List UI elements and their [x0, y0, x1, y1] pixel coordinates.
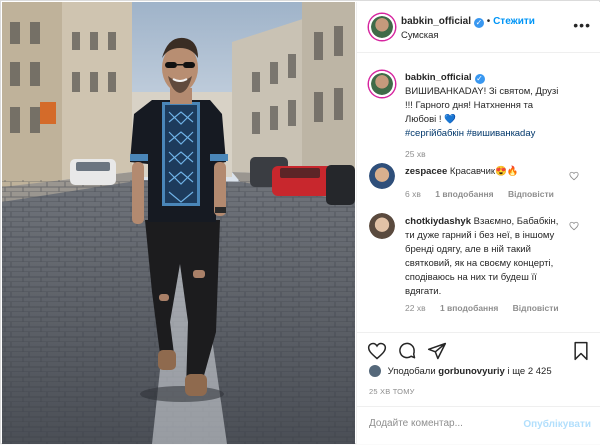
comment-avatar[interactable]	[369, 213, 395, 239]
verified-badge-icon: ✓	[474, 18, 485, 28]
likes-summary: Уподобали gorbunovyuriy і ще 2 425	[369, 365, 552, 377]
action-bar	[357, 332, 600, 367]
comment-username[interactable]: zespacee	[405, 166, 447, 177]
caption-hashtags[interactable]: #сергійбабкін #вишиванкaday	[405, 128, 535, 139]
comments-list[interactable]: babkin_official ✓ ВИШИВАНКАDAY! Зі святом…	[357, 53, 600, 328]
caption-username[interactable]: babkin_official	[405, 72, 472, 83]
liker-username[interactable]: gorbunovyuriy	[438, 366, 505, 377]
comment-likes[interactable]: 1 вподобання	[435, 189, 493, 199]
follow-button[interactable]: Стежити	[493, 16, 535, 27]
caption-text: ВИШИВАНКАDAY! Зі святом, Друзі !!! Гарно…	[405, 86, 559, 125]
verified-badge-icon: ✓	[474, 74, 485, 84]
comment-text: Красавчик😍🔥	[449, 166, 519, 177]
caption-time[interactable]: 25 хв	[405, 149, 426, 159]
reply-button[interactable]: Відповісти	[513, 303, 559, 313]
post-modal: babkin_official ✓ • Стежити Сумская ••• b…	[0, 0, 600, 444]
add-comment-bar: Опублікувати	[357, 406, 600, 445]
caption-text-block: babkin_official ✓ ВИШИВАНКАDAY! Зі святом…	[405, 71, 565, 141]
comment-time[interactable]: 22 хв	[405, 303, 426, 313]
reply-button[interactable]: Відповісти	[508, 189, 554, 199]
like-comment-heart-icon[interactable]	[569, 171, 579, 181]
comment-item: zespacee Красавчик😍🔥 6 хв 1 вподобання В…	[357, 161, 600, 201]
liker-avatar[interactable]	[369, 365, 381, 377]
comment-text-block: zespacee Красавчик😍🔥	[405, 165, 565, 179]
comment-username[interactable]: chotkiydashyk	[405, 216, 471, 227]
comment-bubble-icon[interactable]	[397, 341, 417, 361]
post-timestamp[interactable]: 25 ХВ ТОМУ	[369, 387, 415, 396]
post-header: babkin_official ✓ • Стежити Сумская •••	[357, 2, 600, 53]
comment-meta: 22 хв 1 вподобання Відповісти	[405, 303, 571, 313]
header-user-line: babkin_official ✓ • Стежити	[401, 16, 535, 28]
comment-avatar[interactable]	[369, 163, 395, 189]
caption-avatar[interactable]	[369, 71, 395, 97]
like-comment-heart-icon[interactable]	[569, 221, 579, 231]
author-username[interactable]: babkin_official	[401, 16, 471, 27]
likes-prefix: Уподобали	[387, 366, 436, 377]
comment-text-block: chotkiydashyk Взаємно, Бабабкін, ти дуже…	[405, 215, 565, 299]
author-avatar[interactable]	[369, 14, 395, 40]
comment-item: chotkiydashyk Взаємно, Бабабкін, ти дуже…	[357, 211, 600, 321]
share-paper-plane-icon[interactable]	[427, 341, 447, 361]
publish-button[interactable]: Опублікувати	[523, 419, 591, 430]
caption-item: babkin_official ✓ ВИШИВАНКАDAY! Зі святом…	[357, 65, 600, 159]
comment-time[interactable]: 6 хв	[405, 189, 421, 199]
save-bookmark-icon[interactable]	[571, 341, 591, 361]
likes-suffix[interactable]: і ще 2 425	[507, 366, 551, 377]
post-photo[interactable]	[2, 2, 355, 444]
more-options-icon[interactable]: •••	[573, 17, 591, 33]
post-location[interactable]: Сумская	[401, 30, 439, 41]
comment-input[interactable]	[369, 418, 519, 429]
comment-text: Взаємно, Бабабкін, ти дуже гарний і без …	[405, 216, 559, 297]
like-heart-icon[interactable]	[367, 341, 387, 361]
caption-meta: 25 хв	[405, 149, 438, 159]
comment-meta: 6 хв 1 вподобання Відповісти	[405, 189, 566, 199]
post-side-panel: babkin_official ✓ • Стежити Сумская ••• b…	[356, 2, 600, 444]
comment-likes[interactable]: 1 вподобання	[440, 303, 498, 313]
